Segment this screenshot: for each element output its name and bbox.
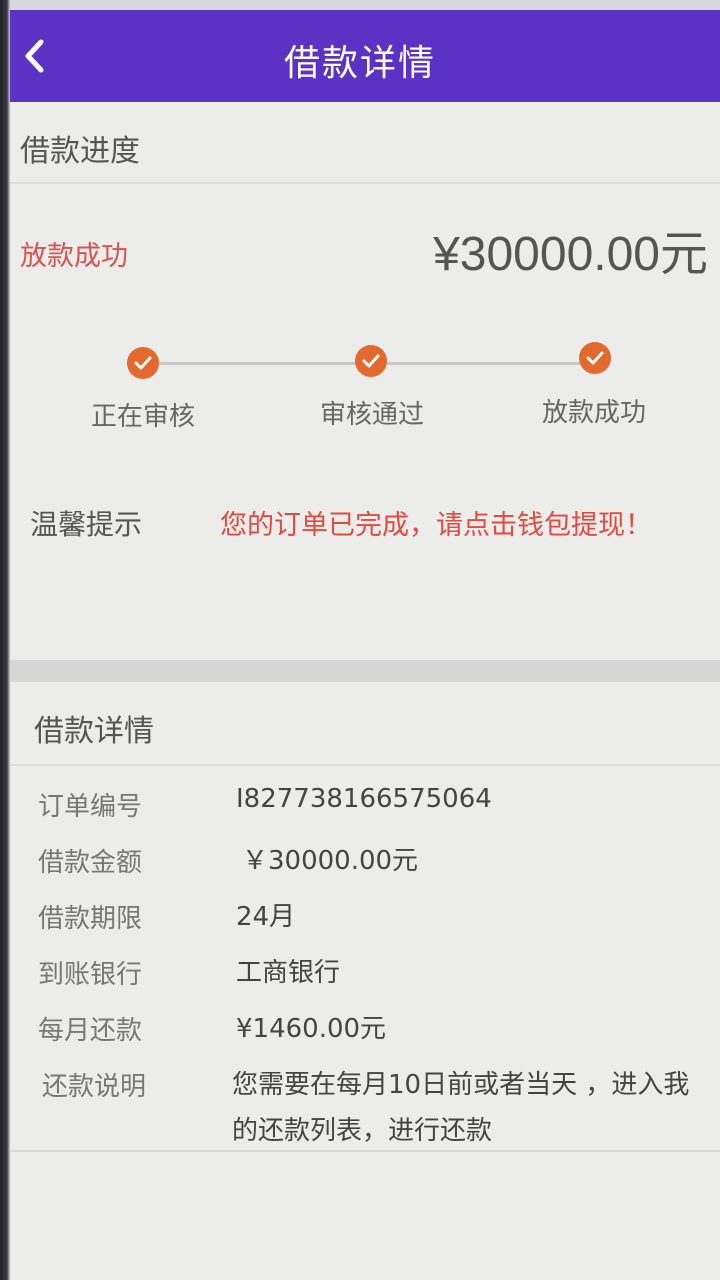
loan-detail-screen: 借款详情 借款进度 放款成功 ¥30000.00元 正在审核 审核通过 放款成功… [0,0,720,1280]
repayment-note-value: 您需要在每月10日前或者当天 ，进入我的还款列表，进行还款 [232,1070,690,1146]
step-label: 放款成功 [541,398,646,428]
loan-term-label: 借款期限 [38,904,143,934]
step-label: 正在审核 [90,402,195,432]
app-header: 借款详情 [0,10,720,102]
tip-message: 您的订单已完成，请点击钱包提现！ [220,510,652,541]
progress-section-title: 借款进度 [20,134,140,169]
check-icon [586,351,604,365]
details-divider [10,764,720,766]
loan-status: 放款成功 [20,241,128,272]
tip-label: 温馨提示 [30,508,143,541]
order-number-label: 订单编号 [38,792,143,822]
section-separator [10,660,720,682]
page-title: 借款详情 [283,43,436,84]
details-bottom-divider [10,1150,720,1152]
repayment-note-label: 还款说明 [42,1072,147,1102]
loan-amount: ¥30000.00元 [433,228,708,281]
order-number-value: I827738166575064 [236,784,492,814]
step-label: 审核通过 [319,400,424,430]
loan-term-value: 24月 [236,902,296,932]
receiving-bank-value: 工商银行 [236,958,341,988]
check-icon [134,356,152,370]
device-bezel-left [0,0,10,1280]
step-3-done [579,342,611,374]
check-icon [362,354,380,368]
step-1-done [127,347,159,379]
monthly-payment-label: 每月还款 [38,1016,143,1046]
progress-divider [10,182,720,184]
loan-amount-label: 借款金额 [38,848,143,878]
receiving-bank-label: 到账银行 [38,960,143,990]
details-section-title: 借款详情 [34,714,154,749]
monthly-payment-value: ¥1460.00元 [236,1014,387,1044]
loan-amount-value: ￥30000.00元 [242,846,419,876]
device-bezel-top [0,0,720,10]
step-2-done [355,345,387,377]
